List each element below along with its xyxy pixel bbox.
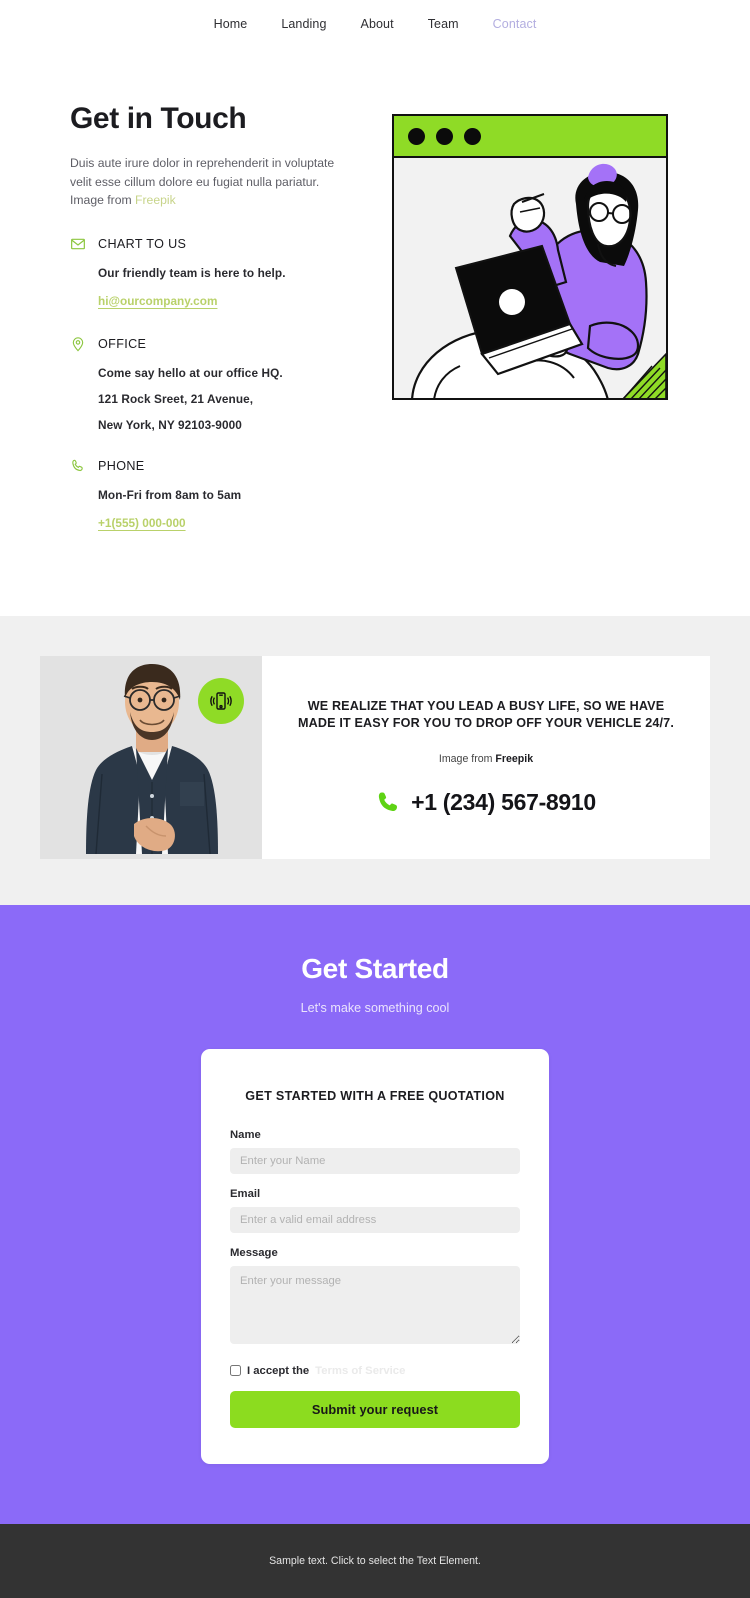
get-started-section: Get Started Let's make something cool GE…	[0, 904, 750, 1524]
email-input[interactable]	[230, 1206, 520, 1233]
promo-phone-row[interactable]: +1 (234) 567-8910	[294, 789, 678, 816]
browser-dot-3	[464, 127, 481, 145]
footer: Sample text. Click to select the Text El…	[0, 1523, 750, 1598]
hero-description-text: Duis aute irure dolor in reprehenderit i…	[70, 156, 335, 207]
freepik-credit-link[interactable]: Freepik	[135, 193, 176, 207]
contact-block-office: OFFICE Come say hello at our office HQ. …	[70, 336, 370, 432]
contact-block-phone: PHONE Mon-Fri from 8am to 5am +1(555) 00…	[70, 458, 370, 532]
office-address-line-1: 121 Rock Sreet, 21 Avenue,	[98, 391, 254, 406]
accept-terms-label: I accept the	[247, 1364, 310, 1377]
page-title: Get in Touch	[70, 102, 247, 135]
nav-item-home[interactable]: Home	[197, 17, 265, 31]
name-input[interactable]	[230, 1147, 520, 1174]
contact-body-office: Come say hello at our office HQ. 121 Roc…	[70, 366, 370, 432]
promo-content: WE REALIZE THAT YOU LEAD A BUSY LIFE, SO…	[262, 656, 710, 859]
promo-photo-panel	[40, 655, 262, 859]
form-title: GET STARTED WITH A FREE QUOTATION	[245, 1088, 505, 1103]
phone-hours-text: Mon-Fri from 8am to 5am	[98, 487, 242, 502]
illustration-canvas	[394, 158, 666, 398]
contact-head-phone: PHONE	[70, 458, 370, 474]
page-root: Home Landing About Team Contact Get in T…	[0, 0, 750, 1598]
envelope-icon	[71, 238, 85, 249]
contact-body-phone: Mon-Fri from 8am to 5am +1(555) 000-000	[70, 488, 370, 532]
nav-item-team[interactable]: Team	[411, 17, 476, 31]
map-pin-icon	[72, 336, 84, 351]
cta-title: Get Started	[301, 952, 449, 984]
submit-button[interactable]: Submit your request	[230, 1390, 520, 1428]
contact-label-office: OFFICE	[98, 336, 147, 351]
terms-of-service-link[interactable]: Terms of Service	[315, 1365, 405, 1377]
office-text-1: Come say hello at our office HQ.	[98, 365, 283, 380]
browser-titlebar	[394, 116, 666, 158]
promo-band-section: WE REALIZE THAT YOU LEAD A BUSY LIFE, SO…	[0, 615, 750, 905]
hero-section: Get in Touch Duis aute irure dolor in re…	[0, 47, 750, 616]
contact-head-office: OFFICE	[70, 336, 370, 352]
badge-circle	[198, 677, 244, 724]
person-with-laptop-illustration	[394, 158, 666, 398]
browser-dot-1	[408, 127, 425, 145]
office-address-line-2: New York, NY 92103-9000	[98, 417, 242, 432]
cta-subtitle: Let's make something cool	[300, 1000, 450, 1015]
vibrating-phone-icon	[210, 691, 232, 710]
email-label: Email	[230, 1187, 261, 1200]
message-label: Message	[230, 1246, 278, 1259]
nav-item-about[interactable]: About	[344, 17, 411, 31]
contact-label-email: CHART TO US	[98, 236, 187, 251]
promo-headline: WE REALIZE THAT YOU LEAD A BUSY LIFE, SO…	[298, 698, 674, 731]
promo-phone-number: +1 (234) 567-8910	[411, 788, 596, 815]
promo-credit-source: Freepik	[495, 752, 534, 765]
promo-credit: Image from Freepik	[294, 753, 678, 765]
contact-body-email: Our friendly team is here to help. hi@ou…	[70, 266, 370, 310]
contact-head-email: CHART TO US	[70, 236, 370, 252]
quotation-form-card: GET STARTED WITH A FREE QUOTATION Name E…	[201, 1048, 549, 1464]
promo-card: WE REALIZE THAT YOU LEAD A BUSY LIFE, SO…	[40, 655, 710, 859]
phone-icon	[72, 459, 83, 471]
nav-item-landing[interactable]: Landing	[264, 17, 343, 31]
illustration-browser-frame	[392, 114, 668, 400]
phone-handset-icon	[378, 792, 398, 812]
message-textarea[interactable]	[230, 1265, 520, 1344]
hero-description: Duis aute irure dolor in reprehenderit i…	[70, 154, 342, 210]
hero-right-column	[370, 102, 690, 558]
accept-terms-checkbox[interactable]	[230, 1365, 241, 1376]
phone-link[interactable]: +1(555) 000-000	[98, 516, 186, 530]
accept-terms-row: I accept the Terms of Service	[230, 1365, 520, 1377]
main-navigation: Home Landing About Team Contact	[0, 0, 750, 47]
contact-text-email: Our friendly team is here to help.	[98, 265, 286, 280]
email-link[interactable]: hi@ourcompany.com	[98, 294, 217, 308]
contact-label-phone: PHONE	[98, 458, 145, 473]
footer-text[interactable]: Sample text. Click to select the Text El…	[269, 1555, 481, 1567]
contact-block-email: CHART TO US Our friendly team is here to…	[70, 236, 370, 310]
nav-item-contact[interactable]: Contact	[476, 17, 554, 31]
name-label: Name	[230, 1128, 261, 1141]
browser-dot-2	[436, 127, 453, 145]
promo-credit-prefix: Image from	[438, 752, 496, 765]
hero-left-column: Get in Touch Duis aute irure dolor in re…	[70, 102, 370, 558]
